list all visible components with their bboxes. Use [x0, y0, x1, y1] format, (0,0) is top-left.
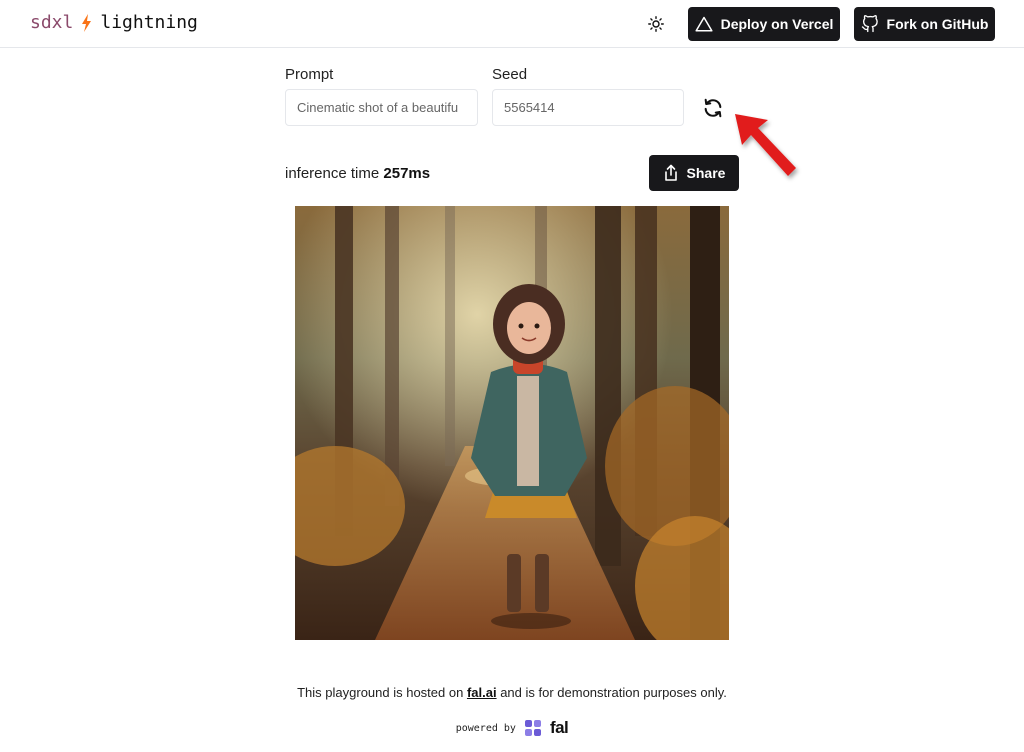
- fal-logo-icon: [524, 720, 541, 736]
- footer-disclaimer: This playground is hosted on fal.ai and …: [0, 685, 1024, 700]
- logo-sdxl-text: sdxl: [30, 12, 74, 33]
- annotation-arrow-icon: [735, 114, 796, 176]
- powered-by-text: powered by: [455, 722, 516, 734]
- inference-value: 257ms: [383, 165, 431, 182]
- prompt-input[interactable]: Cinematic shot of a beautifu: [285, 89, 478, 126]
- fal-ai-link[interactable]: fal.ai: [467, 685, 497, 700]
- theme-toggle-button[interactable]: [645, 13, 667, 35]
- lightning-bolt-icon: [81, 13, 92, 32]
- footer-text-before: This playground is hosted on: [297, 685, 464, 700]
- deploy-label: Deploy on Vercel: [720, 16, 834, 32]
- top-bar: sdxl lightning Deploy on Vercel Fork on …: [0, 0, 1024, 48]
- randomize-seed-button[interactable]: [701, 96, 725, 120]
- app-logo[interactable]: sdxl lightning: [30, 12, 198, 33]
- generated-image: [295, 206, 729, 640]
- fal-brand-text: fal: [549, 718, 569, 737]
- inference-time: inference time 257ms: [285, 165, 430, 182]
- share-label: Share: [686, 165, 726, 181]
- github-icon: [861, 15, 878, 33]
- seed-input[interactable]: 5565414: [492, 89, 684, 126]
- vercel-triangle-icon: [695, 16, 713, 32]
- deploy-on-vercel-button[interactable]: Deploy on Vercel: [688, 7, 840, 41]
- inference-label: inference time: [285, 165, 380, 182]
- share-button[interactable]: Share: [649, 155, 739, 191]
- prompt-label: Prompt: [285, 66, 334, 83]
- fork-on-github-button[interactable]: Fork on GitHub: [854, 7, 995, 41]
- sun-icon: [648, 16, 664, 32]
- powered-by-fal[interactable]: powered by fal: [0, 718, 1024, 738]
- fork-label: Fork on GitHub: [886, 16, 989, 32]
- logo-lightning-text: lightning: [100, 12, 198, 33]
- footer-text-after: and is for demonstration purposes only.: [500, 685, 727, 700]
- refresh-icon: [704, 98, 722, 118]
- seed-label: Seed: [492, 66, 528, 83]
- share-icon: [664, 164, 677, 181]
